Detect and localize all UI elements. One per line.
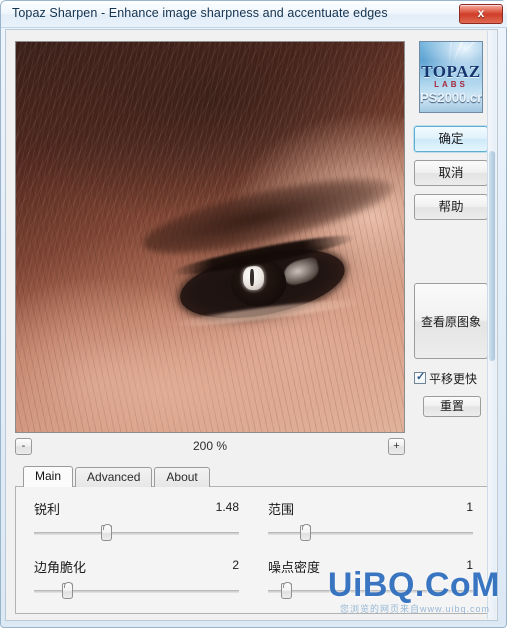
close-icon: x [477,6,485,20]
logo-watermark-text: PS2000.cn [420,90,483,105]
slider-noise-density[interactable] [268,582,473,599]
slider-sharpen[interactable] [34,524,239,541]
slider-label: 锐利 [34,502,61,517]
preview-pupil [250,268,254,287]
window-title: Topaz Sharpen - Enhance image sharpness … [12,6,388,20]
reset-button[interactable]: 重置 [423,396,481,417]
slider-value: 2 [232,558,239,572]
slider-radius[interactable] [268,524,473,541]
slider-edge-crispness[interactable] [34,582,239,599]
fast-pan-label: 平移更快 [429,371,478,386]
slider-label: 边角脆化 [34,560,87,575]
fast-pan-checkbox-row[interactable]: ✓ 平移更快 [414,369,490,387]
tab-about[interactable]: About [154,467,210,487]
slider-label: 噪点密度 [268,560,321,575]
topaz-labs-logo: TOPAZ LABS PS2000.cn [419,41,483,113]
close-button[interactable]: x [459,4,503,24]
client-area: - 200 % + TOPAZ LABS PS2000.cn 确定 取消 帮助 … [5,29,498,621]
slider-value: 1.48 [215,500,239,514]
scrollbar-thumb[interactable] [489,151,495,361]
settings-panel: 锐利 1.48 范围 1 边角脆化 2 噪点密度 1 [15,486,490,614]
tab-bar: Main Advanced About [23,466,212,487]
cancel-button[interactable]: 取消 [414,160,488,186]
slider-thumb[interactable] [281,582,293,599]
logo-ray-icon [451,42,467,64]
logo-brand-text: TOPAZ [421,62,481,81]
slider-thumb[interactable] [100,524,112,541]
zoom-bar: - 200 % + [15,436,405,459]
tab-advanced[interactable]: Advanced [75,467,153,487]
logo-sub-text: LABS [434,80,468,89]
slider-value: 1 [466,500,473,514]
slider-value: 1 [466,558,473,572]
checkmark-icon: ✓ [416,371,426,383]
slider-label: 范围 [268,502,295,517]
tab-main[interactable]: Main [23,466,74,487]
slider-thumb[interactable] [299,524,311,541]
zoom-level-label: 200 % [192,439,228,453]
slider-track [268,590,473,593]
topaz-sharpen-window: Topaz Sharpen - Enhance image sharpness … [0,0,507,628]
slider-thumb[interactable] [61,582,73,599]
vertical-scrollbar[interactable] [487,31,496,619]
help-button[interactable]: 帮助 [414,194,488,220]
ok-button[interactable]: 确定 [414,126,488,152]
preview-image [16,42,404,432]
slider-track [268,532,473,535]
view-original-button[interactable]: 查看原图象 [414,283,488,359]
slider-track [34,532,239,535]
title-bar: Topaz Sharpen - Enhance image sharpness … [1,1,507,28]
side-panel: TOPAZ LABS PS2000.cn 确定 取消 帮助 查看原图象 ✓ 平移… [412,41,490,471]
fast-pan-checkbox[interactable]: ✓ [414,371,426,384]
zoom-in-button[interactable]: + [388,438,405,455]
image-preview-pane[interactable] [15,41,405,433]
